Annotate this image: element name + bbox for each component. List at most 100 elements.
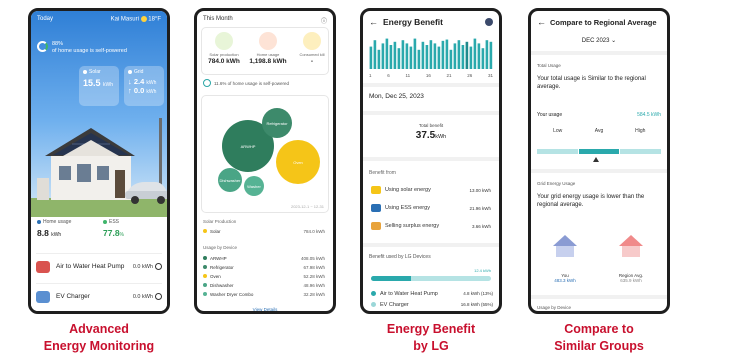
device-row[interactable]: Air to Water Heat Pump 0.0 kWh (36, 253, 162, 279)
day-bar[interactable] (481, 48, 485, 69)
date-range: 2023-12-1 ~ 12-31 (290, 204, 324, 209)
device-row[interactable]: Air to Water Heat Pump 4.8 kWh (13%) (371, 289, 493, 298)
meat-icon (259, 32, 277, 50)
power-toggle-icon[interactable] (155, 293, 162, 300)
bag-icon (303, 32, 321, 50)
header: ← Energy Benefit (363, 11, 499, 33)
solar-production-item: Solar production 784.0 kWh (204, 32, 244, 65)
usage-row: ARWHP 408.05 kWh (203, 254, 325, 262)
ess-stat: ESS 77.8% (103, 219, 124, 238)
back-arrow-icon[interactable]: ← (537, 17, 546, 27)
chevron-down-icon: ⌄ (611, 38, 617, 44)
solar-plant-icon (215, 32, 233, 50)
self-power-ring-icon (37, 41, 48, 52)
sun-icon (140, 16, 147, 22)
day-bar[interactable] (477, 43, 481, 69)
benefit-row: Using ESS energy 21.96 kWh (371, 201, 491, 215)
day-bar[interactable] (429, 40, 433, 69)
day-bar[interactable] (417, 49, 421, 69)
grid-usage-label: Grid Energy Usage (537, 181, 576, 186)
benefit-progress-bar (371, 276, 491, 281)
caption-compare-groups: Compare to Similar Groups (554, 322, 644, 353)
day-bar[interactable] (457, 40, 461, 69)
self-power-text: 88% of home usage is self-powered (52, 41, 127, 54)
day-bar[interactable] (373, 40, 377, 69)
view-details-link[interactable]: View Details (197, 307, 333, 311)
device-name: Air to Water Heat Pump (56, 263, 125, 270)
day-bar[interactable] (465, 41, 469, 69)
comparison-gauge (537, 149, 662, 154)
day-axis: 1 6 11 16 21 26 31 (369, 73, 493, 78)
usage-row: Dishwasher 48.96 kWh (203, 281, 325, 289)
bubble-oven[interactable]: Oven (276, 140, 320, 184)
day-bar[interactable] (473, 38, 477, 69)
caption-energy-monitoring: Advanced Energy Monitoring (43, 322, 155, 353)
usage-levels: Low Avg High (553, 128, 646, 134)
day-bar[interactable] (469, 46, 473, 69)
day-bar[interactable] (385, 38, 389, 69)
region-value: Region Avg. 635.9 kWh (618, 273, 644, 283)
day-bar[interactable] (413, 38, 417, 69)
total-benefit: Total benefit 37.5kWh (415, 123, 447, 141)
usage-section-title: Usage by Device (203, 245, 238, 250)
day-bar[interactable] (453, 43, 457, 69)
month-selector[interactable]: DEC 2023 ⌄ (531, 37, 667, 44)
bubble-washer[interactable]: Washer (244, 176, 264, 196)
day-bar[interactable] (369, 46, 373, 69)
day-bar[interactable] (377, 49, 381, 69)
screen-title: Energy Benefit (383, 17, 443, 27)
day-bar[interactable] (449, 49, 453, 69)
day-bar[interactable] (389, 45, 393, 69)
phone-compare-regional: ← Compare to Regional Average DEC 2023 ⌄… (528, 8, 670, 314)
usage-row: Refrigerator 67.98 kWh (203, 263, 325, 271)
info-icon[interactable]: ⓘ (321, 16, 327, 25)
day-bar[interactable] (437, 46, 441, 69)
solar-section-title: Solar Production (203, 219, 237, 224)
day-bar[interactable] (445, 39, 449, 69)
day-bar[interactable] (409, 46, 413, 69)
device-row[interactable]: EV Charger 16.8 kWh (55%) (371, 300, 493, 309)
device-dot-icon (371, 302, 376, 307)
day-bar[interactable] (397, 48, 401, 69)
day-bar[interactable] (433, 43, 437, 69)
day-bar[interactable] (425, 45, 429, 69)
usage-by-device-label: Usage by Device (537, 305, 572, 310)
back-arrow-icon[interactable]: ← (369, 17, 378, 27)
day-bar[interactable] (421, 41, 425, 69)
total-usage-text: Your total usage is Similar to the regio… (537, 76, 646, 90)
header: ← Compare to Regional Average (531, 11, 667, 33)
day-bar[interactable] (405, 43, 409, 69)
grid-card[interactable]: Grid ↓ 2.4 kWh ↑ 0.0 kWh (124, 66, 164, 106)
help-icon[interactable] (485, 18, 493, 26)
progress-label: 12.4 kWh (474, 268, 491, 273)
benefit-row: Selling surplus energy 3.66 kWh (371, 219, 491, 233)
grid-dot-icon (128, 69, 132, 74)
phone-energy-monitoring: Today Kai Masuri 18°F 88% of home usage … (28, 8, 170, 314)
power-toggle-icon[interactable] (155, 263, 162, 270)
bubble-dishwasher[interactable]: Dishwasher (218, 168, 242, 192)
benefit-from-title: Benefit from (369, 170, 396, 176)
day-bar[interactable] (381, 43, 385, 69)
grid-usage-text: Your grid energy usage is lower than the… (537, 194, 645, 208)
day-bar[interactable] (485, 40, 489, 69)
device-name: EV Charger (56, 293, 90, 300)
status-bar: Today Kai Masuri 18°F (37, 16, 161, 23)
solar-card[interactable]: Solar 15.5 kWh (79, 66, 119, 106)
you-house-icon (553, 235, 577, 257)
divider (363, 83, 499, 87)
day-bar[interactable] (401, 40, 405, 69)
lg-devices-title: Benefit used by LG Devices (369, 254, 431, 260)
phone-energy-benefit: ← Energy Benefit 1 6 11 16 21 26 31 Mon, Dec 2… (360, 8, 502, 314)
day-bar[interactable] (441, 40, 445, 69)
grid-tower-icon (371, 222, 381, 230)
day-bar[interactable] (461, 45, 465, 69)
device-row[interactable]: EV Charger 0.0 kWh (36, 283, 162, 309)
day-bar[interactable] (489, 41, 493, 69)
bubble-refrigerator[interactable]: Refrigerator (262, 108, 292, 138)
your-usage-row: Your usage 584.5 kWh (537, 112, 661, 118)
you-value: You 483.3 kWh (554, 273, 576, 283)
usage-row: Washer Dryer Combo 32.28 kWh (203, 290, 325, 298)
divider (363, 157, 499, 161)
progress-fill (371, 276, 411, 281)
day-bar[interactable] (393, 41, 397, 69)
